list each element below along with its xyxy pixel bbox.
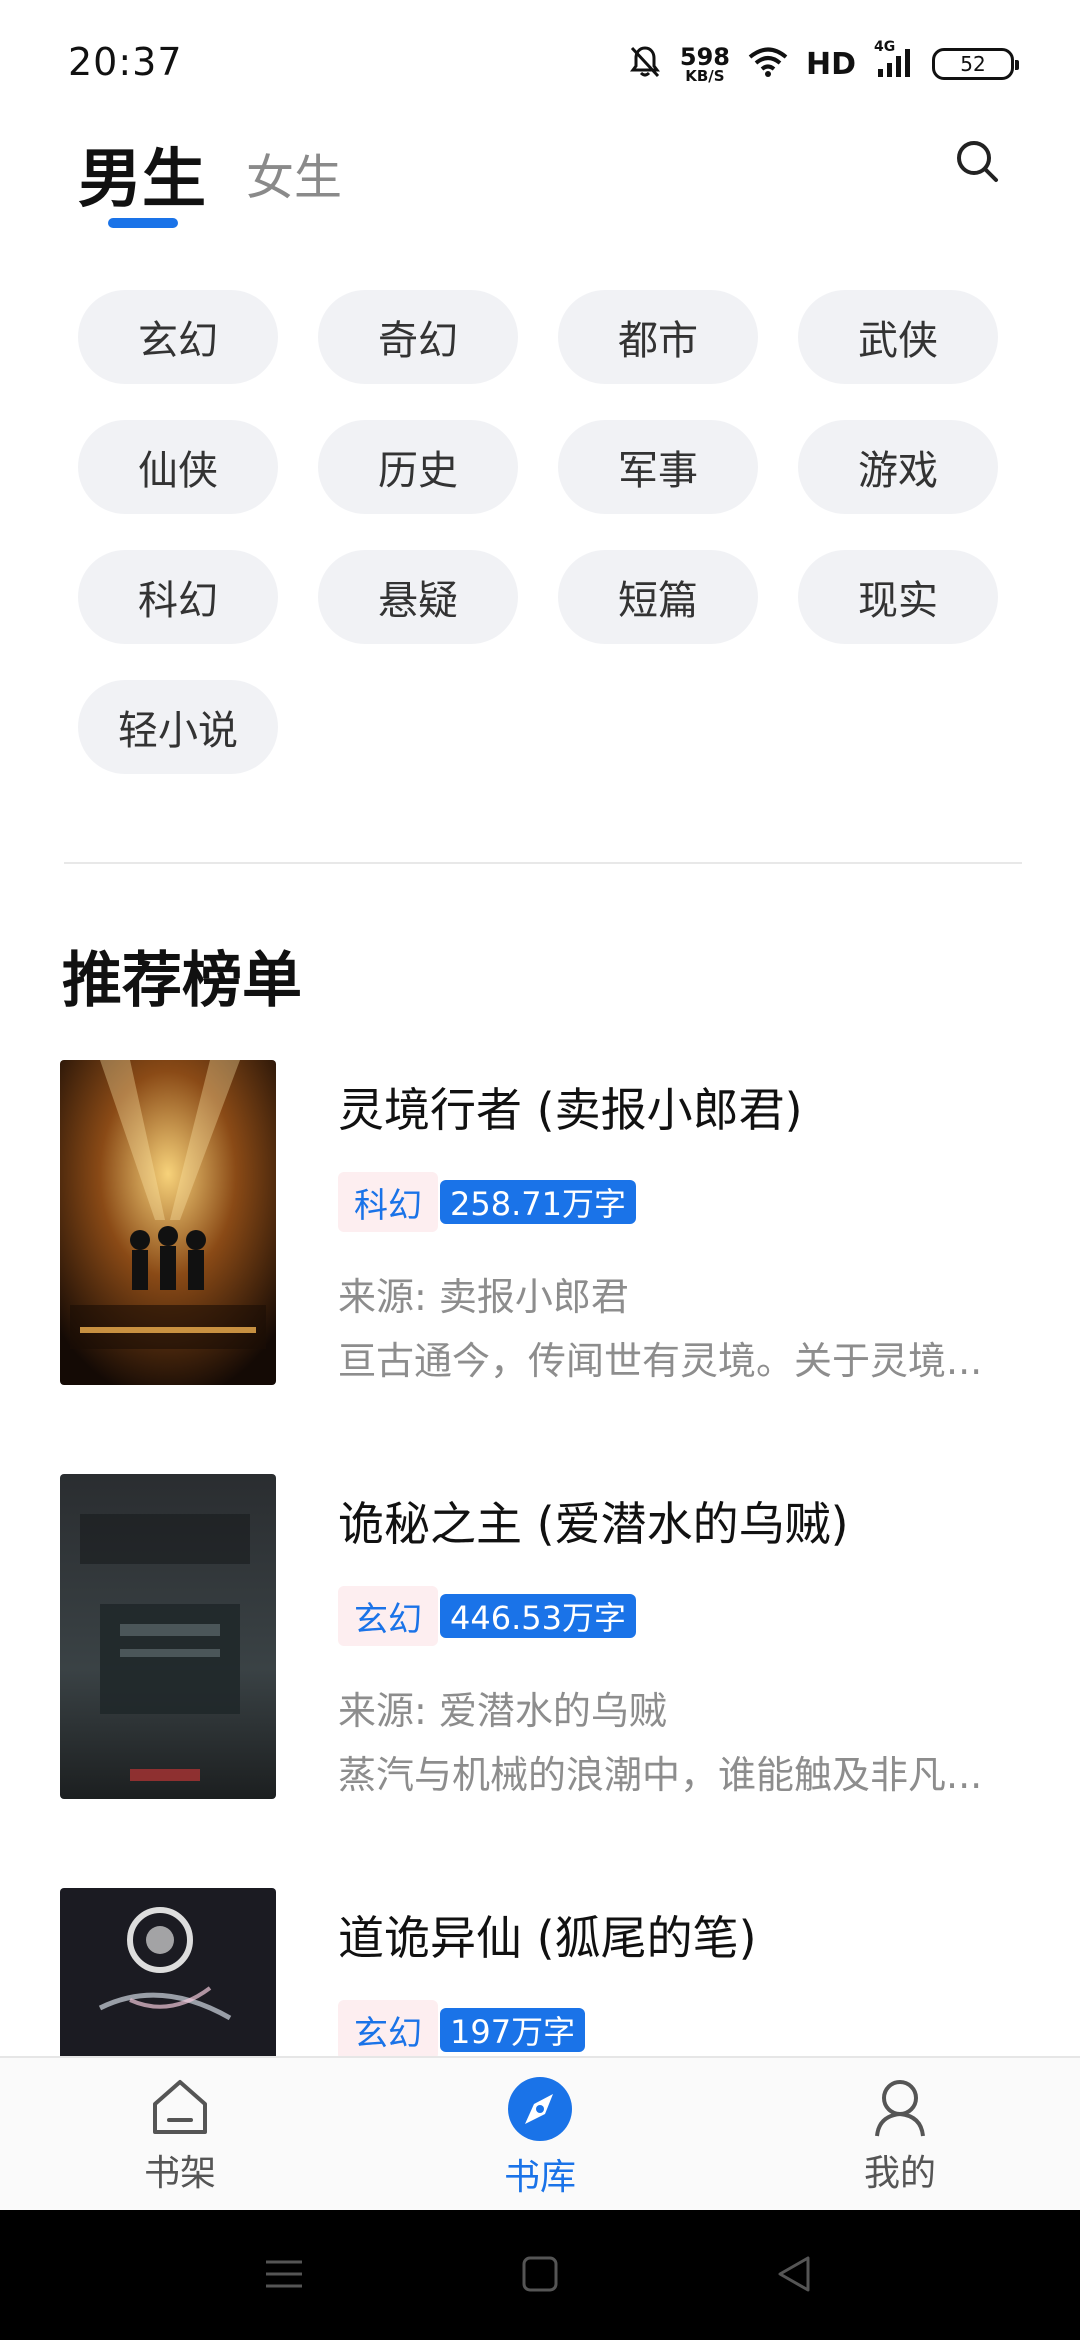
status-icons: 598 KB/S HD 4G 52 xyxy=(628,39,1019,86)
book-source: 来源: 卖报小郎君 xyxy=(338,1275,629,1319)
hd-label: HD xyxy=(805,46,856,82)
search-icon xyxy=(957,141,998,182)
category-xuanhuan[interactable]: 玄幻 xyxy=(78,290,278,384)
category-lishi[interactable]: 历史 xyxy=(318,420,518,514)
book-description: 亘古通今，传闻世有灵境。关于灵境... xyxy=(338,1339,983,1383)
signal-label: 4G xyxy=(874,39,896,55)
wifi-icon xyxy=(748,46,788,82)
word-count-tag: 258.71万字 xyxy=(440,1180,636,1224)
book-title[interactable]: 灵境行者 (卖报小郎君) xyxy=(338,1074,803,1140)
book-source: 来源: 爱潜水的乌贼 xyxy=(338,1689,667,1733)
net-speed-value: 598 xyxy=(679,42,730,71)
genre-tag: 玄幻 xyxy=(338,1586,438,1646)
book-description: 蒸汽与机械的浪潮中，谁能触及非凡... xyxy=(338,1753,983,1797)
battery-level: 52 xyxy=(960,52,986,76)
category-dushi[interactable]: 都市 xyxy=(558,290,758,384)
status-bar: 20:37 598 KB/S HD 4G 52 xyxy=(0,0,1080,120)
nav-library[interactable]: 书库 xyxy=(440,2076,640,2200)
category-youxi[interactable]: 游戏 xyxy=(798,420,998,514)
compass-icon xyxy=(508,2077,572,2141)
book-item[interactable]: 诡秘之主 (爱潜水的乌贼) 玄幻 446.53万字 来源: 爱潜水的乌贼 蒸汽与… xyxy=(60,1474,1020,1804)
active-tab-indicator xyxy=(108,218,178,228)
category-wuxia[interactable]: 武侠 xyxy=(798,290,998,384)
tab-male[interactable]: 男生 xyxy=(78,128,206,220)
mute-bell-icon xyxy=(628,44,662,84)
book-title[interactable]: 诡秘之主 (爱潜水的乌贼) xyxy=(338,1488,849,1554)
search-button[interactable] xyxy=(950,134,1006,190)
book-item[interactable]: 道诡异仙 (狐尾的笔) 玄幻 197万字 xyxy=(60,1888,1020,2056)
divider xyxy=(64,862,1022,864)
category-qingxiaoshuo[interactable]: 轻小说 xyxy=(78,680,278,774)
top-tabs: 男生 女生 xyxy=(0,120,1080,250)
book-cover[interactable] xyxy=(60,1060,276,1385)
net-speed-unit: KB/S xyxy=(685,66,725,85)
network-speed: 598 KB/S xyxy=(680,45,730,84)
bookshelf-home-icon xyxy=(153,2080,207,2134)
nav-profile-label: 我的 xyxy=(863,2153,936,2194)
word-count-tag: 197万字 xyxy=(440,2008,586,2052)
book-tags: 科幻 258.71万字 xyxy=(338,1172,636,1232)
category-xianshi[interactable]: 现实 xyxy=(798,550,998,644)
nav-bookshelf[interactable]: 书架 xyxy=(80,2076,280,2196)
ranking-list: 灵境行者 (卖报小郎君) 科幻 258.71万字 来源: 卖报小郎君 亘古通今，… xyxy=(0,1058,1080,2056)
category-kehuan[interactable]: 科幻 xyxy=(78,550,278,644)
bottom-navigation: 书架 书库 我的 xyxy=(0,2056,1080,2212)
category-duanpian[interactable]: 短篇 xyxy=(558,550,758,644)
menu-icon[interactable] xyxy=(262,2252,306,2300)
word-count-tag: 446.53万字 xyxy=(440,1594,636,1638)
home-square-icon[interactable] xyxy=(518,2252,562,2300)
signal-icon: 4G xyxy=(874,39,914,83)
genre-tag: 玄幻 xyxy=(338,2000,438,2056)
book-tags: 玄幻 446.53万字 xyxy=(338,1586,636,1646)
nav-profile[interactable]: 我的 xyxy=(800,2076,1000,2196)
system-navigation-bar xyxy=(0,2210,1080,2340)
category-xianxia[interactable]: 仙侠 xyxy=(78,420,278,514)
category-grid: 玄幻 奇幻 都市 武侠 仙侠 历史 军事 游戏 科幻 悬疑 短篇 现实 轻小说 xyxy=(78,290,1008,774)
category-xuanyi[interactable]: 悬疑 xyxy=(318,550,518,644)
book-title[interactable]: 道诡异仙 (狐尾的笔) xyxy=(338,1902,757,1968)
book-cover[interactable] xyxy=(60,1474,276,1799)
genre-tag: 科幻 xyxy=(338,1172,438,1232)
category-junshi[interactable]: 军事 xyxy=(558,420,758,514)
nav-library-label: 书库 xyxy=(503,2157,576,2198)
book-cover[interactable] xyxy=(60,1888,276,2056)
nav-bookshelf-label: 书架 xyxy=(143,2153,216,2194)
battery-icon: 52 xyxy=(932,48,1019,80)
back-triangle-icon[interactable] xyxy=(772,2252,816,2300)
tab-female[interactable]: 女生 xyxy=(246,138,342,208)
book-tags: 玄幻 197万字 xyxy=(338,2000,586,2056)
user-icon xyxy=(875,2080,925,2137)
status-time: 20:37 xyxy=(68,40,183,84)
section-title: 推荐榜单 xyxy=(62,946,302,1016)
category-qihuan[interactable]: 奇幻 xyxy=(318,290,518,384)
book-item[interactable]: 灵境行者 (卖报小郎君) 科幻 258.71万字 来源: 卖报小郎君 亘古通今，… xyxy=(60,1060,1020,1390)
